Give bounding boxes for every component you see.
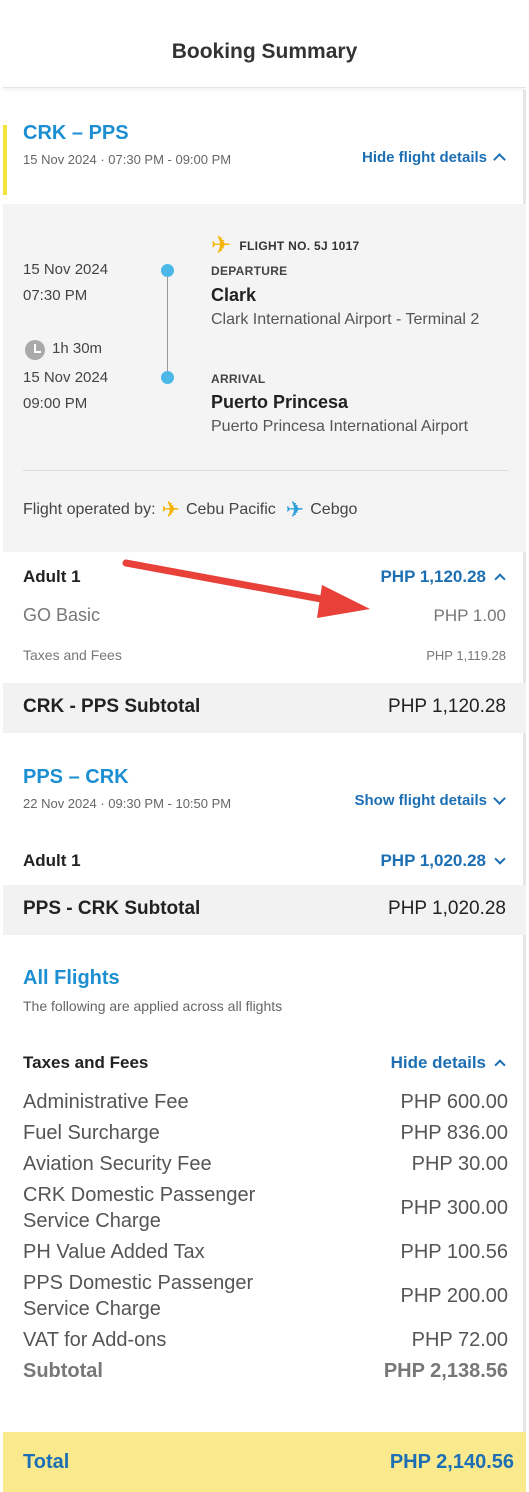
fee-value: PHP 30.00: [411, 1153, 508, 1175]
return-route: PPS – CRK: [23, 766, 129, 788]
airplane-icon: ✈: [211, 232, 232, 259]
departure-date: 15 Nov 2024: [23, 261, 109, 278]
fee-value: PHP 836.00: [400, 1122, 509, 1144]
fees-subtotal-value: PHP 2,138.56: [383, 1360, 508, 1382]
all-flights-subtitle: The following are applied across all fli…: [23, 998, 283, 1014]
edge-strip: [3, 125, 7, 195]
show-flight-details-button[interactable]: Show flight details: [354, 792, 506, 809]
fare-price: PHP 1.00: [433, 606, 506, 625]
fee-label: Aviation Security Fee: [23, 1153, 212, 1175]
return-passenger-price-toggle[interactable]: PHP 1,020.28: [380, 851, 506, 871]
flight-number: ✈ FLIGHT NO. 5J 1017: [211, 234, 360, 258]
hide-details-button[interactable]: Hide details: [390, 1053, 506, 1073]
fee-label: Fuel Surcharge: [23, 1122, 160, 1144]
details-divider: [23, 470, 508, 471]
hide-details-label: Hide details: [390, 1053, 486, 1072]
departure-city: Clark: [211, 285, 257, 305]
flight-number-label: FLIGHT NO. 5J 1017: [239, 239, 360, 253]
page-title: Booking Summary: [171, 40, 358, 63]
outbound-subtotal: CRK - PPS Subtotal PHP 1,120.28: [3, 683, 526, 733]
arrival-city: Puerto Princesa: [211, 392, 349, 412]
total-value: PHP 2,140.56: [389, 1451, 514, 1473]
arrival-dot: [161, 371, 174, 384]
outbound-subtotal-value: PHP 1,120.28: [388, 696, 506, 717]
chevron-up-icon: [494, 1059, 506, 1071]
departure-airport: Clark International Airport - Terminal 2: [211, 311, 480, 328]
arrival-date: 15 Nov 2024: [23, 369, 109, 386]
chevron-down-icon: [493, 792, 506, 805]
fee-label: Administrative Fee: [23, 1091, 189, 1113]
outbound-passenger-label: Adult 1: [23, 567, 81, 586]
fee-value: PHP 600.00: [400, 1091, 509, 1113]
return-subtotal-label: PPS - CRK Subtotal: [23, 898, 201, 919]
return-schedule: 22 Nov 2024 · 09:30 PM - 10:50 PM: [23, 796, 232, 811]
outbound-flight-details: ✈ FLIGHT NO. 5J 1017 15 Nov 2024 07:30 P…: [3, 204, 526, 552]
operator-cebu-pacific: Cebu Pacific: [185, 501, 276, 518]
outbound-subtotal-label: CRK - PPS Subtotal: [23, 696, 201, 717]
departure-label: DEPARTURE: [211, 264, 288, 278]
operated-by-label: Flight operated by:: [23, 501, 156, 518]
hide-flight-details-label: Hide flight details: [361, 149, 487, 166]
outbound-schedule: 15 Nov 2024 · 07:30 PM - 09:00 PM: [23, 152, 232, 167]
fee-value: PHP 200.00: [400, 1285, 509, 1307]
fare-name: GO Basic: [23, 605, 101, 625]
return-subtotal: PPS - CRK Subtotal PHP 1,020.28: [3, 885, 526, 935]
cebgo-plane-icon: ✈: [285, 497, 305, 522]
hide-flight-details-button[interactable]: Hide flight details: [361, 149, 506, 166]
timeline-line: [167, 276, 168, 382]
fee-label: PH Value Added Tax: [23, 1241, 205, 1263]
chevron-up-icon: [494, 573, 506, 585]
outbound-passenger-price: PHP 1,120.28: [380, 567, 486, 586]
total-bar: Total PHP 2,140.56: [3, 1432, 526, 1492]
operator-cebgo: Cebgo: [310, 501, 358, 518]
departure-time: 07:30 PM: [23, 287, 88, 304]
return-passenger-price: PHP 1,020.28: [380, 851, 486, 870]
show-flight-details-label: Show flight details: [354, 792, 487, 809]
summary-header: Booking Summary: [3, 0, 526, 88]
total-label: Total: [23, 1451, 70, 1473]
fees-subtotal-label: Subtotal: [23, 1360, 103, 1382]
all-flights-title: All Flights: [23, 967, 120, 989]
fee-label: CRK Domestic Passenger Service Charge: [23, 1184, 256, 1232]
chevron-down-icon: [494, 853, 506, 865]
fee-value: PHP 100.56: [400, 1241, 509, 1263]
chevron-up-icon: [493, 153, 506, 166]
return-passenger-label: Adult 1: [23, 851, 81, 870]
fee-label: VAT for Add-ons: [23, 1329, 167, 1351]
outbound-route: CRK – PPS: [23, 122, 129, 144]
fee-value: PHP 300.00: [400, 1197, 509, 1219]
return-subtotal-value: PHP 1,020.28: [388, 898, 506, 919]
outbound-taxes-label: Taxes and Fees: [23, 647, 122, 663]
clock-icon: [25, 340, 45, 360]
flight-duration: 1h 30m: [52, 340, 103, 357]
arrival-airport: Puerto Princesa International Airport: [211, 418, 469, 435]
taxes-fees-heading: Taxes and Fees: [23, 1053, 149, 1072]
operated-by: Flight operated by: ✈ Cebu Pacific ✈ Ceb…: [23, 499, 357, 521]
arrival-label: ARRIVAL: [211, 372, 266, 386]
outbound-taxes-price: PHP 1,119.28: [426, 648, 506, 663]
fee-label: PPS Domestic Passenger Service Charge: [23, 1272, 254, 1320]
fee-value: PHP 72.00: [411, 1329, 508, 1351]
arrival-time: 09:00 PM: [23, 395, 88, 412]
cebu-pacific-plane-icon: ✈: [161, 497, 180, 522]
outbound-passenger-price-toggle[interactable]: PHP 1,120.28: [380, 567, 506, 587]
booking-summary-panel: Booking Summary CRK – PPS 15 Nov 2024 · …: [3, 0, 526, 1492]
